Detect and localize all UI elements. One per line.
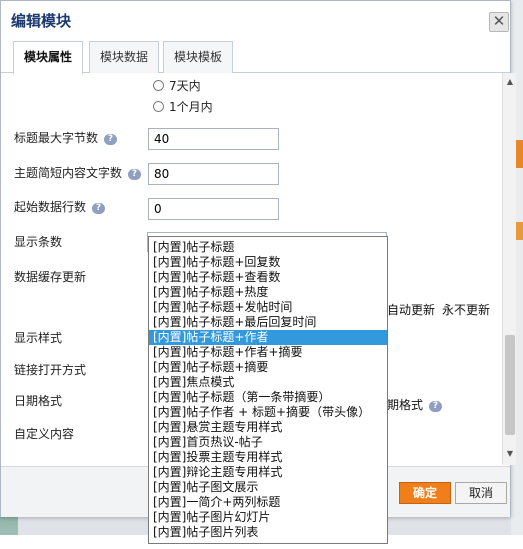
- cancel-button[interactable]: 取消: [455, 482, 507, 504]
- scroll-up-icon[interactable]: ▲: [505, 77, 515, 87]
- cache-auto-update-option[interactable]: 自动更新: [387, 301, 435, 318]
- date-format-label: 日期格式: [14, 394, 63, 408]
- label-text: 期格式: [387, 398, 424, 412]
- dropdown-option[interactable]: [内置]帖子图文展示: [149, 480, 387, 495]
- cache-never-update-option[interactable]: 永不更新: [442, 301, 490, 318]
- close-icon[interactable]: ✕: [489, 12, 509, 32]
- dropdown-option[interactable]: [内置]辩论主题专用样式: [149, 465, 387, 480]
- dialog-title-bar: 编辑模块 ✕: [1, 1, 510, 37]
- display-style-label: 显示样式: [14, 331, 63, 345]
- display-style-dropdown-list[interactable]: [内置]帖子标题 [内置]帖子标题+回复数 [内置]帖子标题+查看数 [内置]帖子标题…: [148, 236, 388, 544]
- dropdown-option[interactable]: [内置]帖子图片列表: [149, 525, 387, 540]
- confirm-button[interactable]: 确定: [399, 482, 451, 504]
- radio-button[interactable]: [153, 80, 164, 91]
- dropdown-option[interactable]: [内置]一简介+两列标题: [149, 495, 387, 510]
- tab-bar: 模块属性 模块数据 模块模板: [1, 37, 510, 74]
- scroll-down-icon[interactable]: ▼: [505, 449, 515, 459]
- help-icon[interactable]: ?: [92, 203, 106, 214]
- custom-content-label: 自定义内容: [14, 427, 75, 441]
- help-icon[interactable]: ?: [104, 134, 118, 145]
- radio-button[interactable]: [153, 101, 164, 112]
- dropdown-option[interactable]: [内置]帖子作者 + 标题+摘要（带头像）: [149, 405, 387, 420]
- dropdown-option[interactable]: [内置]帖子标题+查看数: [149, 270, 387, 285]
- dropdown-option[interactable]: [内置]帖子标题+最后回复时间: [149, 315, 387, 330]
- dropdown-option[interactable]: [内置]帖子标题+热度: [149, 285, 387, 300]
- radio-option-1month[interactable]: 1个月内: [153, 98, 213, 115]
- dropdown-option[interactable]: [内置]帖子图片幻灯片: [149, 510, 387, 525]
- tab-module-data[interactable]: 模块数据: [89, 41, 160, 73]
- radio-label: 7天内: [169, 79, 201, 93]
- dropdown-option[interactable]: [内置]焦点模式: [149, 375, 387, 390]
- summary-max-chars-label: 主题简短内容文字数?: [14, 164, 142, 181]
- dropdown-option[interactable]: [内置]首页热议-帖子: [149, 435, 387, 450]
- tab-module-properties[interactable]: 模块属性: [13, 41, 84, 74]
- dropdown-option[interactable]: [内置]帖子标题: [149, 240, 387, 255]
- radio-label: 1个月内: [169, 100, 213, 114]
- summary-max-chars-input[interactable]: [148, 163, 279, 185]
- cache-update-label: 数据缓存更新: [14, 270, 87, 284]
- date-format-trailing-text: 期格式?: [387, 396, 443, 413]
- label-text: 起始数据行数: [14, 200, 87, 214]
- dropdown-option[interactable]: [内置]帖子标题（第一条带摘要）: [149, 390, 387, 405]
- tab-module-template[interactable]: 模块模板: [163, 41, 234, 73]
- help-icon[interactable]: ?: [128, 169, 142, 180]
- dropdown-option[interactable]: [内置]帖子标题+摘要: [149, 360, 387, 375]
- display-count-label: 显示条数: [14, 235, 63, 249]
- dropdown-option[interactable]: [内置]帖子标题+回复数: [149, 255, 387, 270]
- start-row-label: 起始数据行数?: [14, 198, 106, 215]
- dropdown-option[interactable]: [内置]投票主题专用样式: [149, 450, 387, 465]
- help-icon[interactable]: ?: [429, 401, 443, 412]
- dropdown-option[interactable]: [内置]帖子标题+发帖时间: [149, 300, 387, 315]
- link-target-label: 链接打开方式: [14, 363, 87, 377]
- content-scrollbar[interactable]: ▲ ▼: [502, 73, 516, 465]
- dropdown-option[interactable]: [内置]帖子标题+作者+摘要: [149, 345, 387, 360]
- title-max-bytes-input[interactable]: [148, 128, 279, 150]
- label-text: 主题简短内容文字数: [14, 166, 123, 180]
- dropdown-option[interactable]: [内置]悬赏主题专用样式: [149, 420, 387, 435]
- start-row-input[interactable]: [148, 198, 279, 220]
- dialog-title: 编辑模块: [11, 12, 72, 30]
- dropdown-option[interactable]: [内置]帖子标题+作者: [149, 330, 387, 345]
- radio-option-7days[interactable]: 7天内: [153, 77, 201, 94]
- title-max-bytes-label: 标题最大字节数?: [14, 129, 118, 146]
- label-text: 标题最大字节数: [14, 131, 99, 145]
- scrollbar-thumb[interactable]: [505, 335, 515, 435]
